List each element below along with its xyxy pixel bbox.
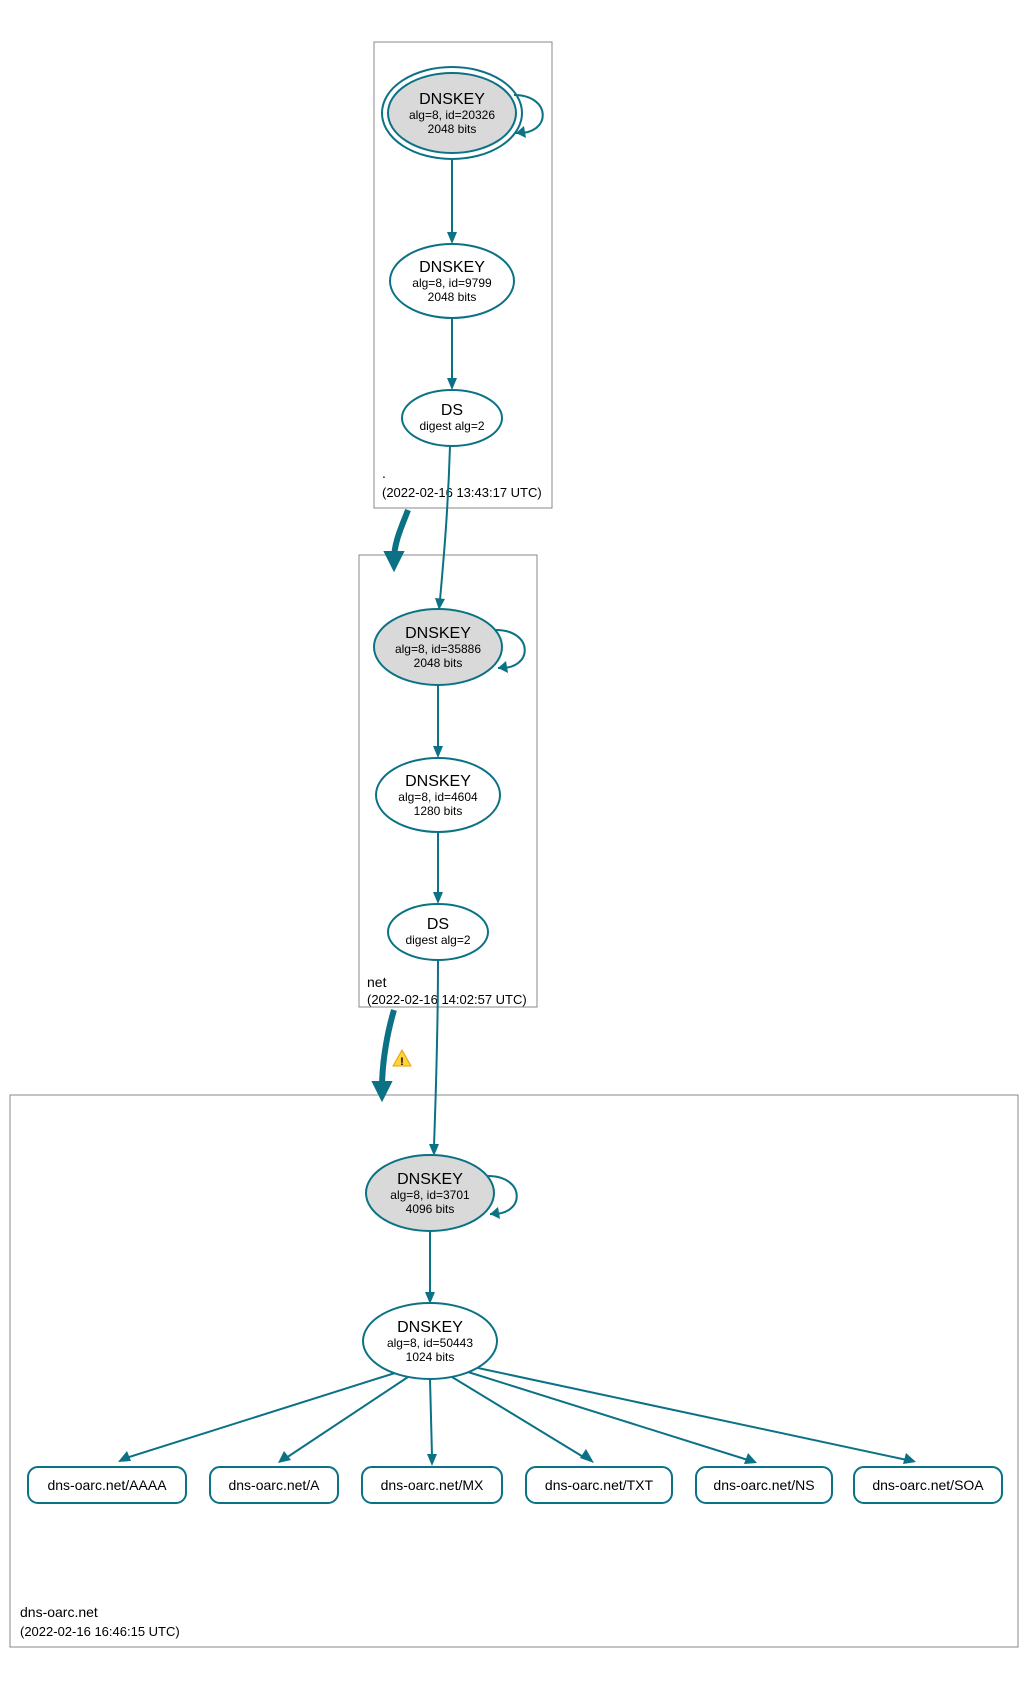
zone-net-label: net (367, 974, 387, 990)
record-aaaa[interactable]: dns-oarc.net/AAAA (28, 1467, 186, 1503)
svg-text:DS: DS (441, 402, 463, 419)
record-a[interactable]: dns-oarc.net/A (210, 1467, 338, 1503)
svg-text:dns-oarc.net/AAAA: dns-oarc.net/AAAA (47, 1477, 167, 1493)
node-leaf-zsk[interactable]: DNSKEY alg=8, id=50443 1024 bits (363, 1303, 497, 1379)
svg-text:2048 bits: 2048 bits (428, 122, 477, 136)
edge-root-ds-to-net-ksk (440, 446, 450, 600)
svg-text:DNSKEY: DNSKEY (419, 91, 485, 108)
svg-text:1280 bits: 1280 bits (414, 804, 463, 818)
record-ns[interactable]: dns-oarc.net/NS (696, 1467, 832, 1503)
node-leaf-ksk[interactable]: DNSKEY alg=8, id=3701 4096 bits (366, 1155, 494, 1231)
zone-leaf-ts: (2022-02-16 16:46:15 UTC) (20, 1624, 180, 1639)
svg-text:2048 bits: 2048 bits (428, 290, 477, 304)
svg-text:alg=8, id=9799: alg=8, id=9799 (412, 276, 492, 290)
zone-root-label: . (382, 465, 386, 481)
warning-icon: ! (393, 1050, 411, 1068)
zone-leaf-label: dns-oarc.net (20, 1604, 98, 1620)
svg-text:DNSKEY: DNSKEY (419, 259, 485, 276)
zone-net-ts: (2022-02-16 14:02:57 UTC) (367, 992, 527, 1007)
svg-text:DNSKEY: DNSKEY (405, 773, 471, 790)
svg-text:!: ! (400, 1056, 404, 1068)
node-net-ksk[interactable]: DNSKEY alg=8, id=35886 2048 bits (374, 609, 502, 685)
record-soa[interactable]: dns-oarc.net/SOA (854, 1467, 1002, 1503)
edges-leaf-zsk-to-records (118, 1368, 916, 1466)
svg-text:dns-oarc.net/NS: dns-oarc.net/NS (713, 1477, 814, 1493)
node-root-zsk[interactable]: DNSKEY alg=8, id=9799 2048 bits (390, 244, 514, 318)
svg-text:4096 bits: 4096 bits (406, 1202, 455, 1216)
node-root-ksk[interactable]: DNSKEY alg=8, id=20326 2048 bits (382, 67, 522, 159)
svg-text:dns-oarc.net/A: dns-oarc.net/A (228, 1477, 320, 1493)
svg-text:DNSKEY: DNSKEY (397, 1171, 463, 1188)
svg-text:DS: DS (427, 916, 449, 933)
svg-text:alg=8, id=20326: alg=8, id=20326 (409, 108, 495, 122)
edge-net-ds-to-leaf-ksk (434, 960, 438, 1146)
svg-text:dns-oarc.net/MX: dns-oarc.net/MX (381, 1477, 484, 1493)
svg-text:digest alg=2: digest alg=2 (419, 419, 484, 433)
record-mx[interactable]: dns-oarc.net/MX (362, 1467, 502, 1503)
svg-text:dns-oarc.net/TXT: dns-oarc.net/TXT (545, 1477, 654, 1493)
zone-leaf: dns-oarc.net (2022-02-16 16:46:15 UTC) (10, 1095, 1018, 1647)
edge-net-to-leaf-deleg (382, 1010, 394, 1088)
svg-text:DNSKEY: DNSKEY (397, 1319, 463, 1336)
svg-text:alg=8, id=50443: alg=8, id=50443 (387, 1336, 473, 1350)
svg-text:digest alg=2: digest alg=2 (405, 933, 470, 947)
svg-text:1024 bits: 1024 bits (406, 1350, 455, 1364)
node-net-zsk[interactable]: DNSKEY alg=8, id=4604 1280 bits (376, 758, 500, 832)
svg-text:DNSKEY: DNSKEY (405, 625, 471, 642)
zone-root-ts: (2022-02-16 13:43:17 UTC) (382, 485, 542, 500)
node-root-ds[interactable]: DS digest alg=2 (402, 390, 502, 446)
svg-text:alg=8, id=35886: alg=8, id=35886 (395, 642, 481, 656)
svg-text:2048 bits: 2048 bits (414, 656, 463, 670)
svg-text:alg=8, id=4604: alg=8, id=4604 (398, 790, 478, 804)
record-txt[interactable]: dns-oarc.net/TXT (526, 1467, 672, 1503)
svg-text:alg=8, id=3701: alg=8, id=3701 (390, 1188, 470, 1202)
node-net-ds[interactable]: DS digest alg=2 (388, 904, 488, 960)
svg-text:dns-oarc.net/SOA: dns-oarc.net/SOA (872, 1477, 984, 1493)
